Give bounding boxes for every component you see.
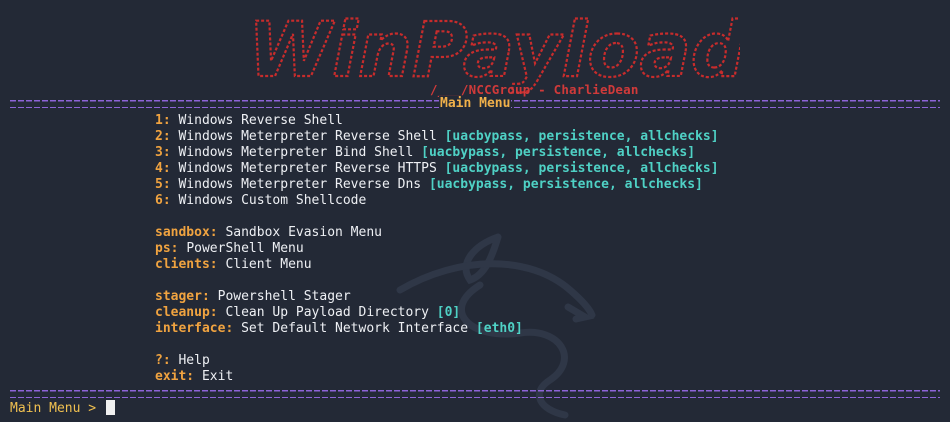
- menu-item-stager[interactable]: stager: Powershell Stager: [155, 289, 719, 305]
- menu-item-payload-1[interactable]: 1: Windows Reverse Shell: [155, 113, 719, 129]
- menu-key: 3:: [155, 145, 171, 160]
- menu-key: 2:: [155, 129, 171, 144]
- menu-item-payload-5[interactable]: 5: Windows Meterpreter Reverse Dns [uacb…: [155, 177, 719, 193]
- menu-key: stager:: [155, 289, 210, 304]
- menu-options: [0]: [436, 305, 461, 320]
- menu-options: [uacbypass, persistence, allchecks]: [444, 129, 719, 144]
- banner-credit: /___/NCCGroup - CharlieDean: [430, 82, 639, 97]
- menu-label: Set Default Network Interface: [241, 321, 469, 336]
- menu-item-payload-6[interactable]: 6: Windows Custom Shellcode: [155, 193, 719, 209]
- menu-label: Exit: [201, 369, 234, 384]
- menu-item-sandbox[interactable]: sandbox: Sandbox Evasion Menu: [155, 225, 719, 241]
- menu-item-payload-4[interactable]: 4: Windows Meterpreter Reverse HTTPS [ua…: [155, 161, 719, 177]
- menu-options: [uacbypass, persistence, allchecks]: [421, 145, 696, 160]
- menu-key: clients:: [155, 257, 218, 272]
- menu-key: exit:: [155, 369, 195, 384]
- menu-key: interface:: [155, 321, 234, 336]
- menu-label: Powershell Stager: [217, 289, 351, 304]
- app-banner-logo: WinPayloads: [247, 4, 740, 94]
- main-menu: 1: Windows Reverse Shell 2: Windows Mete…: [155, 113, 719, 385]
- menu-item-clients[interactable]: clients: Client Menu: [155, 257, 719, 273]
- menu-options: [uacbypass, persistence, allchecks]: [444, 161, 719, 176]
- menu-options: [uacbypass, persistence, allchecks]: [428, 177, 703, 192]
- menu-key: cleanup:: [155, 305, 218, 320]
- menu-label: Windows Reverse Shell: [178, 113, 343, 128]
- prompt-label: Main Menu >: [10, 401, 104, 416]
- menu-title: Main Menu: [439, 96, 512, 111]
- menu-key: 1:: [155, 113, 171, 128]
- menu-label: Clean Up Payload Directory: [225, 305, 429, 320]
- menu-key: 4:: [155, 161, 171, 176]
- menu-label: Windows Meterpreter Reverse HTTPS: [178, 161, 437, 176]
- bottom-divider: [10, 390, 940, 398]
- menu-item-ps[interactable]: ps: PowerShell Menu: [155, 241, 719, 257]
- command-prompt[interactable]: Main Menu >: [10, 400, 115, 416]
- menu-label: Windows Meterpreter Bind Shell: [178, 145, 414, 160]
- menu-key: 6:: [155, 193, 171, 208]
- menu-item-exit[interactable]: exit: Exit: [155, 369, 719, 385]
- menu-label: Sandbox Evasion Menu: [225, 225, 382, 240]
- menu-key: ?:: [155, 353, 171, 368]
- menu-key: ps:: [155, 241, 179, 256]
- menu-key: 5:: [155, 177, 171, 192]
- menu-label: Client Menu: [225, 257, 312, 272]
- menu-key: sandbox:: [155, 225, 218, 240]
- terminal-window: WinPayloads /___/NCCGroup - CharlieDean …: [0, 0, 950, 422]
- menu-options: [eth0]: [475, 321, 523, 336]
- text-cursor[interactable]: [105, 400, 115, 415]
- menu-item-interface[interactable]: interface: Set Default Network Interface…: [155, 321, 719, 337]
- menu-item-payload-3[interactable]: 3: Windows Meterpreter Bind Shell [uacby…: [155, 145, 719, 161]
- menu-label: Help: [178, 353, 210, 368]
- menu-item-payload-2[interactable]: 2: Windows Meterpreter Reverse Shell [ua…: [155, 129, 719, 145]
- menu-item-cleanup[interactable]: cleanup: Clean Up Payload Directory [0]: [155, 305, 719, 321]
- menu-label: PowerShell Menu: [186, 241, 304, 256]
- menu-item-help[interactable]: ?: Help: [155, 353, 719, 369]
- menu-label: Windows Custom Shellcode: [178, 193, 367, 208]
- menu-label: Windows Meterpreter Reverse Shell: [178, 129, 437, 144]
- menu-label: Windows Meterpreter Reverse Dns: [178, 177, 422, 192]
- banner-title: WinPayloads: [248, 5, 740, 94]
